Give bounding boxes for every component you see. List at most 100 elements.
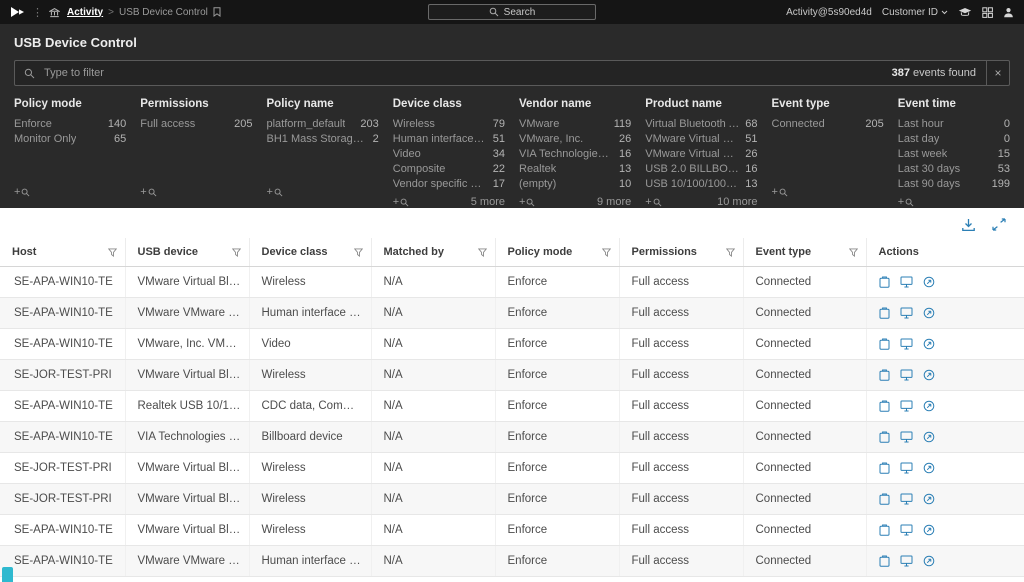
clear-filter-button[interactable]: × [986,61,1009,85]
investigate-icon[interactable] [923,276,935,288]
breadcrumb-activity-link[interactable]: Activity [67,7,103,18]
facet-add-search-icon[interactable]: + [898,196,914,208]
table-row[interactable]: SE-APA-WIN10-TE VMware, Inc. VMware Vir.… [0,329,1024,360]
column-header[interactable]: USB device [125,238,249,267]
table-row[interactable]: SE-APA-WIN10-TE VMware VMware Virtual ..… [0,298,1024,329]
facet-add-search-icon[interactable]: + [14,186,30,198]
column-filter-icon[interactable] [849,248,858,257]
investigate-icon[interactable] [923,524,935,536]
facet-item[interactable]: Full access 205 [140,117,252,132]
facet-more-link[interactable]: 9 more [597,196,631,208]
investigate-icon[interactable] [923,462,935,474]
approve-device-icon[interactable] [879,555,890,567]
table-row[interactable]: SE-APA-WIN10-TE Realtek USB 10/100/100..… [0,391,1024,422]
facet-item[interactable]: Composite 22 [393,162,505,177]
view-device-icon[interactable] [900,400,913,412]
facet-more-link[interactable]: 5 more [471,196,505,208]
view-device-icon[interactable] [900,493,913,505]
view-device-icon[interactable] [900,338,913,350]
view-device-icon[interactable] [900,462,913,474]
facet-item[interactable]: Video 34 [393,147,505,162]
facet-item[interactable]: Last hour 0 [898,117,1010,132]
apps-grid-icon[interactable] [982,7,993,18]
column-filter-icon[interactable] [108,248,117,257]
table-row[interactable]: SE-APA-WIN10-TE VMware Virtual Bluetoot.… [0,515,1024,546]
facet-item[interactable]: (empty) 10 [519,177,631,192]
view-device-icon[interactable] [900,369,913,381]
investigate-icon[interactable] [923,400,935,412]
facet-add-search-icon[interactable]: + [393,196,409,208]
column-filter-icon[interactable] [726,248,735,257]
table-row[interactable]: SE-JOR-TEST-PRI VMware Virtual Bluetoot.… [0,484,1024,515]
facet-item[interactable]: Human interface devi... 51 [393,132,505,147]
facet-add-search-icon[interactable]: + [140,186,156,198]
column-filter-icon[interactable] [602,248,611,257]
facet-item[interactable]: VMware 119 [519,117,631,132]
investigate-icon[interactable] [923,369,935,381]
global-search[interactable]: Search [428,4,596,20]
facet-item[interactable]: Monitor Only 65 [14,132,126,147]
facet-item[interactable]: Connected 205 [772,117,884,132]
filter-input[interactable] [42,66,892,80]
view-device-icon[interactable] [900,307,913,319]
approve-device-icon[interactable] [879,276,890,288]
facet-item[interactable]: USB 10/100/1000 LAN 13 [645,177,757,192]
column-header[interactable]: Actions [866,238,1024,267]
facet-more-link[interactable]: 10 more [717,196,757,208]
view-device-icon[interactable] [900,524,913,536]
facet-add-search-icon[interactable]: + [645,196,661,208]
export-download-icon[interactable] [961,218,976,232]
table-row[interactable]: SE-APA-WIN10-TE VMware Virtual Bluetoot.… [0,267,1024,298]
user-icon[interactable] [1003,7,1014,18]
facet-item[interactable]: VMware, Inc. 26 [519,132,631,147]
facet-item[interactable]: Virtual Bluetooth Ad... 68 [645,117,757,132]
approve-device-icon[interactable] [879,307,890,319]
column-header[interactable]: Host [0,238,125,267]
table-row[interactable]: SE-JOR-TEST-PRI VMware Virtual Bluetoot.… [0,360,1024,391]
facet-item[interactable]: Last week 15 [898,147,1010,162]
facet-item[interactable]: VIA Technologies Inc. 16 [519,147,631,162]
approve-device-icon[interactable] [879,524,890,536]
facet-item[interactable]: Last day 0 [898,132,1010,147]
investigate-icon[interactable] [923,431,935,443]
approve-device-icon[interactable] [879,493,890,505]
chat-widget-tab[interactable] [2,567,13,582]
investigate-icon[interactable] [923,338,935,350]
column-header[interactable]: Permissions [619,238,743,267]
facet-item[interactable]: Last 30 days 53 [898,162,1010,177]
investigate-icon[interactable] [923,493,935,505]
facet-item[interactable]: Vendor specific class 17 [393,177,505,192]
facet-item[interactable]: Realtek 13 [519,162,631,177]
column-header[interactable]: Policy mode [495,238,619,267]
app-logo[interactable] [10,5,25,19]
facet-item[interactable]: Wireless 79 [393,117,505,132]
facet-item[interactable]: BH1 Mass Storage No ... 2 [267,132,379,147]
approve-device-icon[interactable] [879,400,890,412]
column-header[interactable]: Matched by [371,238,495,267]
approve-device-icon[interactable] [879,431,890,443]
nav-menu-icon[interactable]: ⋮ [32,6,42,19]
facet-item[interactable]: platform_default 203 [267,117,379,132]
facet-item[interactable]: VMware Virtual USB ... 51 [645,132,757,147]
view-device-icon[interactable] [900,555,913,567]
facet-item[interactable]: USB 2.0 BILLBOARD 16 [645,162,757,177]
facet-add-search-icon[interactable]: + [519,196,535,208]
table-row[interactable]: SE-JOR-TEST-PRI VMware Virtual Bluetoot.… [0,453,1024,484]
table-row[interactable]: SE-APA-WIN10-TE VMware VMware Virtual ..… [0,546,1024,577]
facet-item[interactable]: Last 90 days 199 [898,177,1010,192]
facet-add-search-icon[interactable]: + [267,186,283,198]
approve-device-icon[interactable] [879,462,890,474]
investigate-icon[interactable] [923,307,935,319]
view-device-icon[interactable] [900,431,913,443]
facet-item[interactable]: Enforce 140 [14,117,126,132]
training-icon[interactable] [958,7,972,18]
bookmark-icon[interactable] [213,7,221,17]
approve-device-icon[interactable] [879,338,890,350]
facet-item[interactable]: VMware Virtual USB ... 26 [645,147,757,162]
customer-id-dropdown[interactable]: Customer ID [882,7,948,18]
column-header[interactable]: Device class [249,238,371,267]
table-row[interactable]: SE-APA-WIN10-TE VIA Technologies Inc. US… [0,422,1024,453]
column-filter-icon[interactable] [354,248,363,257]
column-filter-icon[interactable] [478,248,487,257]
view-device-icon[interactable] [900,276,913,288]
